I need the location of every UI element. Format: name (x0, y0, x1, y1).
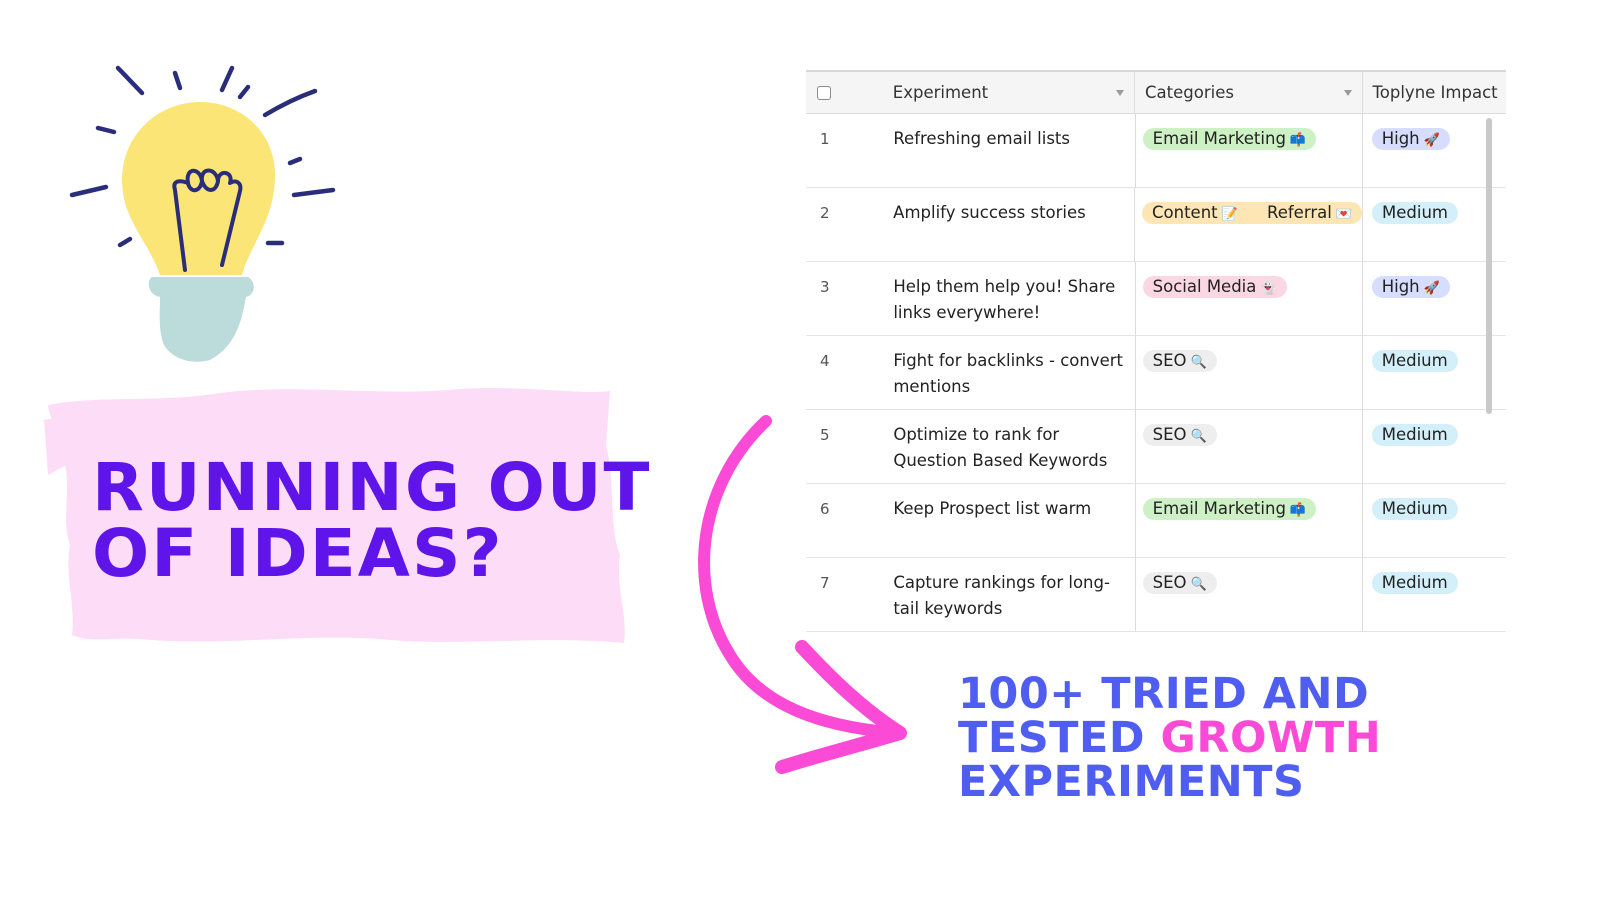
row-number: 3 (820, 278, 830, 296)
category-tag: SEO 🔍 (1142, 424, 1217, 446)
rocket-icon: 🚀 (1423, 281, 1440, 296)
tagline-line-3: EXPERIMENTS (958, 757, 1305, 807)
categories-cell[interactable]: Email Marketing 📫 (1136, 114, 1363, 188)
impact-tag: Medium (1371, 424, 1458, 446)
column-header-categories[interactable]: Categories (1135, 72, 1363, 114)
impact-tag: Medium (1371, 498, 1458, 520)
experiment-cell[interactable]: Amplify success stories (893, 188, 1135, 262)
tag-label: SEO (1152, 573, 1187, 592)
categories-cell[interactable]: SEO 🔍 (1136, 410, 1363, 484)
impact-tag: Medium (1372, 202, 1458, 224)
impact-cell[interactable]: Medium (1363, 410, 1506, 484)
ghost-icon: 👻 (1260, 281, 1277, 296)
experiment-cell[interactable]: Keep Prospect list warm (893, 484, 1136, 558)
experiment-cell[interactable]: Optimize to rank for Question Based Keyw… (893, 410, 1136, 484)
lightbulb-illustration (60, 55, 360, 385)
experiment-cell[interactable]: Help them help you! Share links everywhe… (893, 262, 1136, 336)
tag-label: Email Marketing (1152, 129, 1286, 148)
rocket-icon: 🚀 (1423, 133, 1440, 148)
select-all-header (806, 72, 893, 114)
select-all-checkbox[interactable] (817, 86, 831, 100)
impact-cell[interactable]: Medium (1363, 558, 1506, 632)
tagline: 100+ TRIED AND TESTED GROWTH EXPERIMENTS (958, 672, 1598, 804)
chevron-down-icon[interactable] (1343, 90, 1352, 96)
column-label: Categories (1145, 83, 1234, 102)
category-tag: Email Marketing 📫 (1142, 498, 1317, 520)
category-tag: SEO 🔍 (1142, 350, 1217, 372)
impact-cell[interactable]: Medium (1363, 188, 1506, 262)
row-number: 2 (820, 204, 830, 222)
tag-label: High (1381, 277, 1420, 296)
love-letter-icon: 💌 (1335, 207, 1352, 222)
tag-label: Email Marketing (1152, 499, 1286, 518)
table-row[interactable]: 4 Fight for backlinks - convert mentions… (806, 336, 1506, 410)
tag-label: Medium (1381, 351, 1448, 370)
impact-tag: Medium (1371, 572, 1458, 594)
experiment-cell[interactable]: Capture rankings for long-tail keywords (893, 558, 1136, 632)
tag-label: Medium (1381, 573, 1448, 592)
headline: RUNNING OUT OF IDEAS? (92, 455, 663, 587)
memo-icon: 📝 (1221, 207, 1238, 222)
category-tag: Content 📝 Referral 💌 (1142, 202, 1362, 224)
magnifier-icon: 🔍 (1190, 429, 1207, 444)
mailbox-icon: 📫 (1289, 133, 1307, 148)
tag-label: Medium (1381, 499, 1448, 518)
categories-cell[interactable]: SEO 🔍 (1136, 336, 1363, 410)
tag-label: Social Media (1152, 277, 1257, 296)
categories-cell[interactable]: Email Marketing 📫 (1136, 484, 1363, 558)
row-number: 1 (820, 130, 830, 148)
column-label: Toplyne Impact (1372, 83, 1498, 102)
tag-label: High (1381, 129, 1420, 148)
tag-label: Content (1152, 203, 1218, 222)
tagline-growth: GROWTH (1160, 713, 1382, 763)
impact-cell[interactable]: High 🚀 (1363, 114, 1506, 188)
tag-label: SEO (1152, 425, 1187, 444)
lightbulb-icon (69, 65, 336, 362)
tag-label: Referral (1267, 203, 1332, 222)
tagline-line-1: 100+ TRIED AND (958, 669, 1370, 719)
impact-tag: Medium (1371, 350, 1458, 372)
tagline-line-2: TESTED GROWTH (958, 716, 1598, 760)
impact-tag: High 🚀 (1371, 128, 1450, 150)
experiment-cell[interactable]: Refreshing email lists (893, 114, 1136, 188)
impact-cell[interactable]: Medium (1363, 484, 1506, 558)
curved-arrow-icon (698, 415, 907, 774)
table-row[interactable]: 2 Amplify success stories Content 📝 Refer… (806, 188, 1506, 262)
tag-label: Medium (1382, 203, 1448, 222)
column-header-impact[interactable]: Toplyne Impact (1363, 72, 1507, 114)
mailbox-icon: 📫 (1289, 503, 1307, 518)
categories-cell[interactable]: Social Media 👻 (1136, 262, 1363, 336)
tag-label: Medium (1381, 425, 1448, 444)
row-number: 4 (820, 352, 830, 370)
headline-line-1: RUNNING OUT (92, 449, 652, 526)
tag-label: SEO (1152, 351, 1187, 370)
impact-cell[interactable]: Medium (1363, 336, 1506, 410)
table-row[interactable]: 3 Help them help you! Share links everyw… (806, 262, 1506, 336)
table-header: Experiment Categories Toplyne Impact (806, 72, 1506, 114)
categories-cell[interactable]: SEO 🔍 (1136, 558, 1363, 632)
category-tag: SEO 🔍 (1142, 572, 1217, 594)
table-row[interactable]: 1 Refreshing email lists Email Marketing… (806, 114, 1506, 188)
magnifier-icon: 🔍 (1190, 355, 1207, 370)
experiment-cell[interactable]: Fight for backlinks - convert mentions (893, 336, 1136, 410)
category-tag: Email Marketing 📫 (1142, 128, 1317, 150)
column-header-experiment[interactable]: Experiment (892, 72, 1136, 114)
chevron-down-icon[interactable] (1116, 90, 1125, 96)
impact-cell[interactable]: High 🚀 (1363, 262, 1506, 336)
column-label: Experiment (892, 83, 989, 102)
category-tag: Social Media 👻 (1142, 276, 1287, 298)
impact-tag: High 🚀 (1371, 276, 1450, 298)
vertical-scrollbar[interactable] (1486, 118, 1492, 414)
magnifier-icon: 🔍 (1190, 577, 1207, 592)
headline-line-2: OF IDEAS? (92, 515, 504, 592)
categories-cell[interactable]: Content 📝 Referral 💌 (1135, 188, 1363, 262)
tagline-tested: TESTED (958, 713, 1161, 763)
